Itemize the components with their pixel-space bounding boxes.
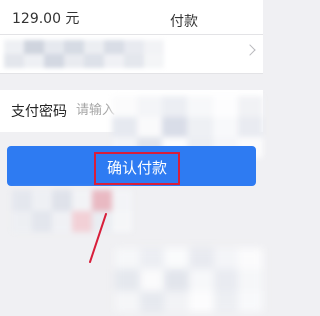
- red-arrow-pointer: [89, 213, 107, 263]
